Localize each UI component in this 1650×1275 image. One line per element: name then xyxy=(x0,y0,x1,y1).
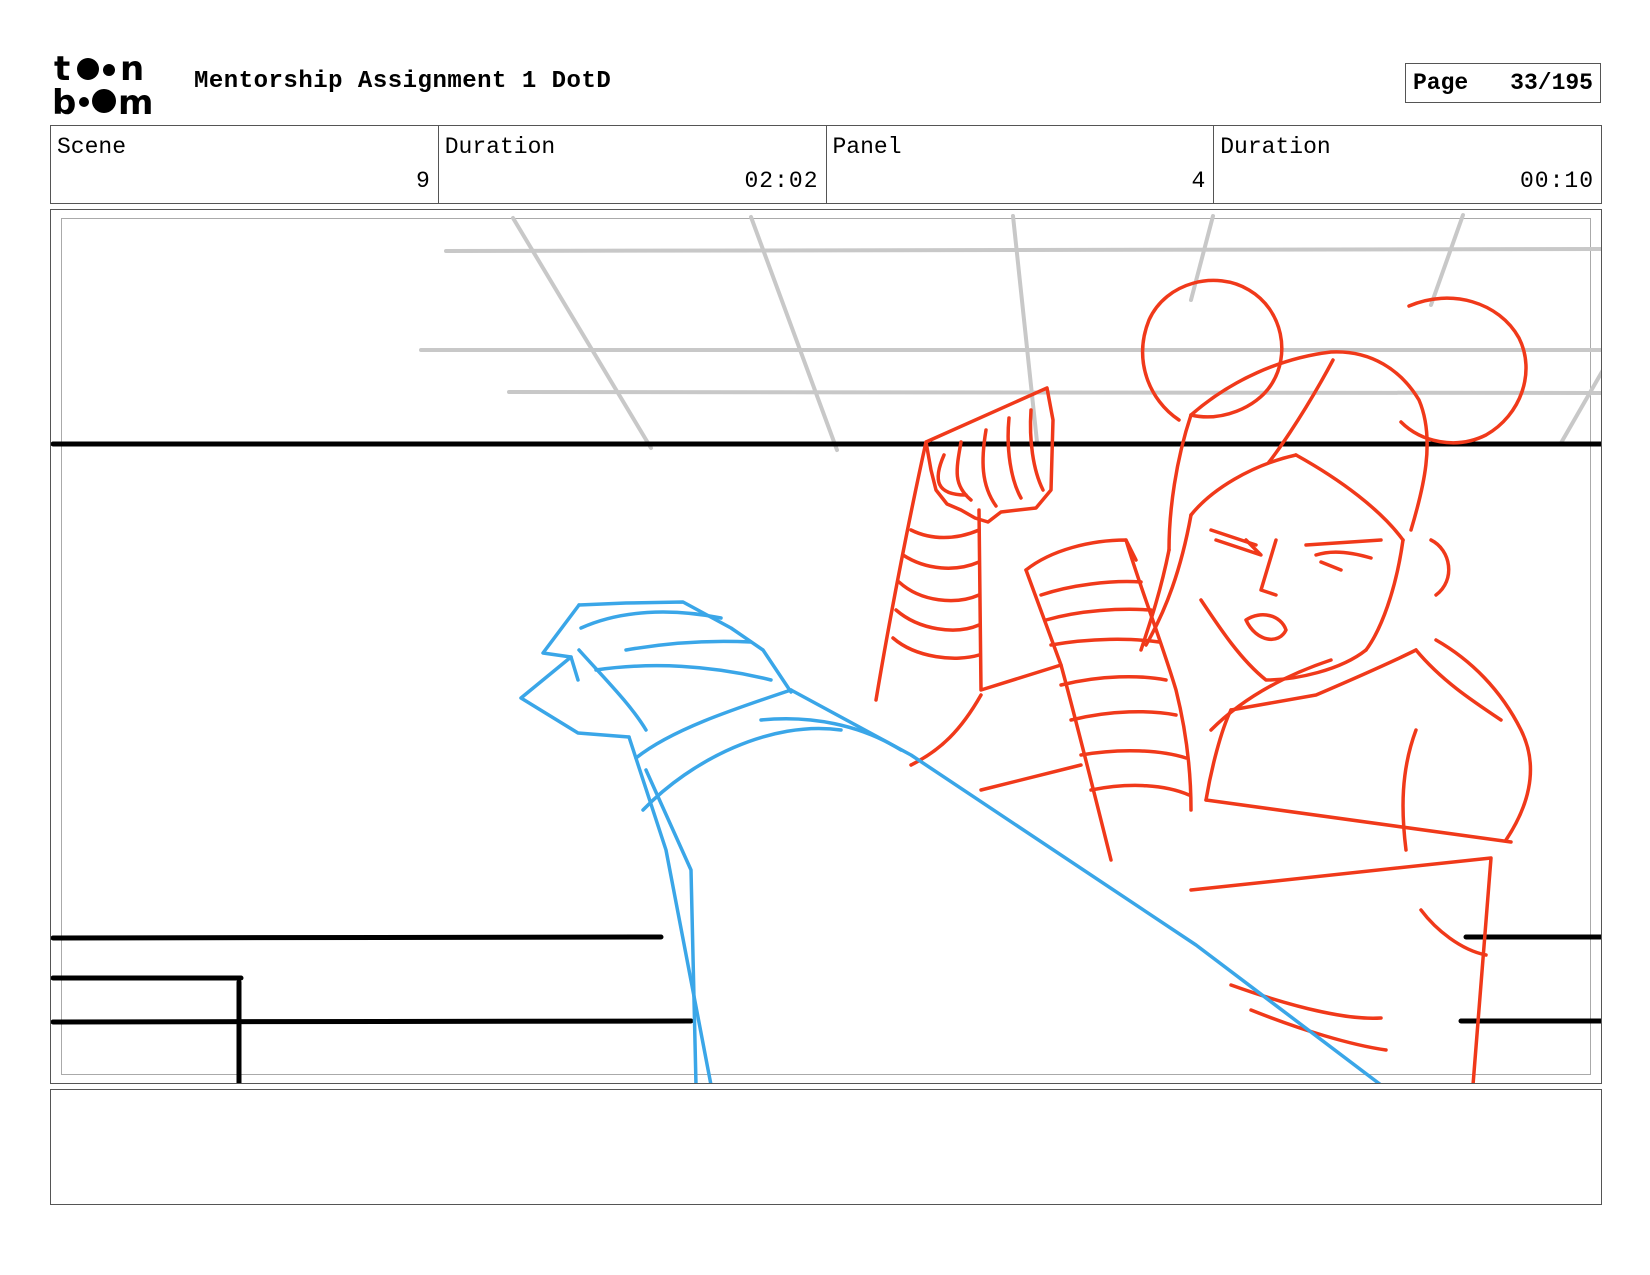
scene-duration-value: 02:02 xyxy=(744,168,819,194)
svg-text:m: m xyxy=(118,83,153,118)
scene-info-table: Scene 9 Duration 02:02 Panel 4 Duration … xyxy=(50,125,1602,204)
panel-cell: Panel 4 xyxy=(827,126,1215,203)
svg-text:b: b xyxy=(52,83,76,118)
notes-text xyxy=(51,1090,1601,1106)
scene-duration-label: Duration xyxy=(444,134,556,160)
page-label: Page xyxy=(1413,70,1469,96)
panel-duration-cell: Duration 00:10 xyxy=(1214,126,1601,203)
scene-duration-cell: Duration 02:02 xyxy=(439,126,827,203)
scene-value: 9 xyxy=(415,168,431,194)
scene-label: Scene xyxy=(57,134,127,160)
page-indicator: Page 33/195 xyxy=(1405,63,1601,103)
panel-sketch xyxy=(51,213,1601,1083)
panel-duration-label: Duration xyxy=(1220,134,1331,160)
storyboard-header: t n b m Mentorship Assignment 1 DotD Pag… xyxy=(0,0,1650,120)
panel-notes-box xyxy=(50,1089,1602,1205)
document-title: Mentorship Assignment 1 DotD xyxy=(194,68,612,95)
character-sketch xyxy=(874,278,1533,1083)
page-number: 33/195 xyxy=(1510,70,1593,96)
scene-cell: Scene 9 xyxy=(51,126,439,203)
toon-boom-logo: t n b m xyxy=(52,50,153,118)
storyboard-panel xyxy=(50,209,1602,1084)
panel-label: Panel xyxy=(832,134,902,160)
panel-duration-value: 00:10 xyxy=(1519,168,1594,194)
panel-value: 4 xyxy=(1191,168,1207,194)
